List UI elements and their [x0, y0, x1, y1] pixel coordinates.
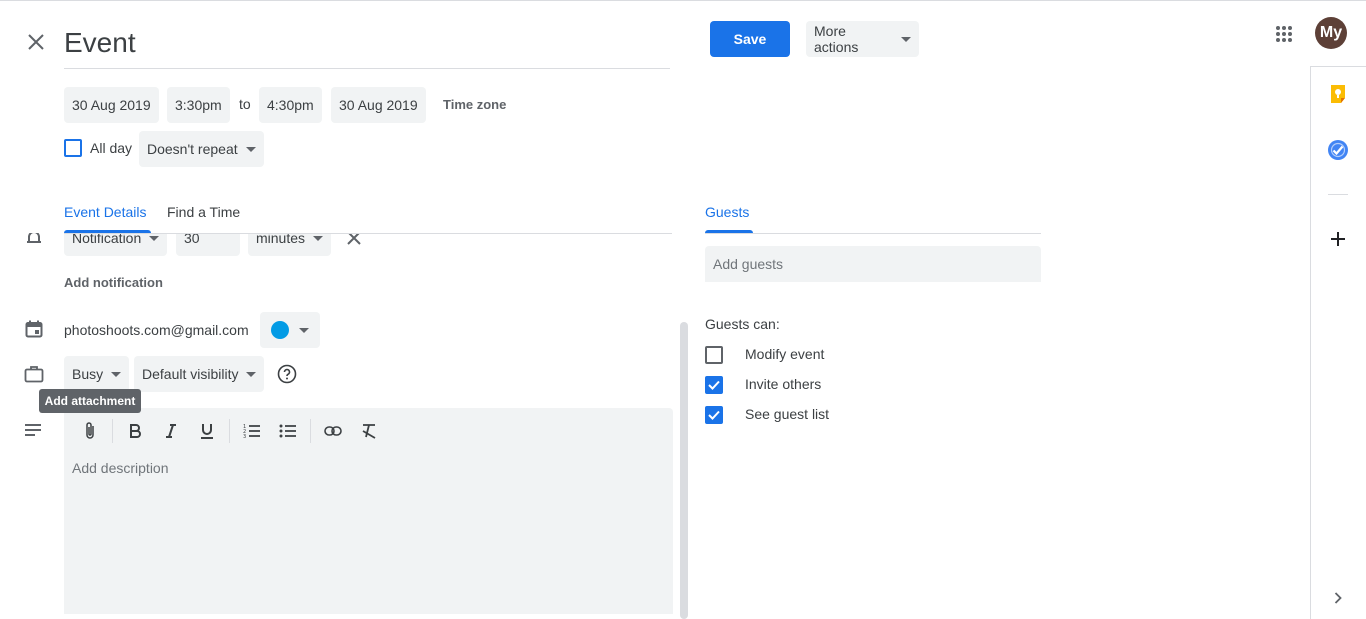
apps-button[interactable]: [1270, 20, 1298, 48]
availability-label: Busy: [72, 366, 104, 382]
time-zone-button[interactable]: Time zone: [443, 97, 506, 112]
side-panel-top-border: [1310, 66, 1366, 67]
bulleted-list-button[interactable]: [274, 417, 302, 445]
plus-icon: [1331, 232, 1345, 246]
see-guest-list-checkbox[interactable]: [705, 406, 723, 424]
add-guests-placeholder: Add guests: [713, 256, 784, 272]
availability-dropdown[interactable]: Busy: [64, 356, 130, 392]
clear-formatting-button[interactable]: [355, 417, 383, 445]
briefcase-icon: [24, 365, 44, 388]
chevron-down-icon: [901, 36, 911, 42]
to-label: to: [239, 96, 251, 112]
toolbar-separator: [229, 419, 230, 443]
chevron-down-icon: [245, 146, 256, 152]
start-date-field[interactable]: 30 Aug 2019: [64, 87, 159, 123]
numbered-list-button[interactable]: 123: [238, 417, 266, 445]
guests-can-label: Guests can:: [705, 316, 780, 332]
toolbar-separator: [310, 419, 311, 443]
see-guest-list-label: See guest list: [745, 406, 830, 422]
end-time-field[interactable]: 4:30pm: [259, 87, 322, 123]
close-icon: [28, 34, 44, 50]
bulleted-list-icon: [279, 424, 296, 438]
underline-button[interactable]: [193, 417, 221, 445]
tooltip: Add attachment: [39, 389, 141, 413]
checkmark-icon: [708, 410, 720, 420]
chevron-right-icon: [1334, 592, 1342, 604]
chevron-down-icon: [111, 371, 122, 377]
visibility-dropdown[interactable]: Default visibility: [134, 356, 265, 392]
tooltip-text: Add attachment: [44, 394, 136, 408]
chevron-down-icon: [313, 235, 324, 241]
paperclip-icon: [86, 422, 94, 439]
start-date: 30 Aug 2019: [72, 97, 151, 113]
description-icon: [24, 423, 42, 442]
link-button[interactable]: [319, 417, 347, 445]
tab-guests[interactable]: Guests: [705, 204, 749, 220]
end-time: 4:30pm: [267, 97, 314, 113]
invite-others-label: Invite others: [745, 376, 822, 392]
underline-icon: [201, 424, 213, 439]
add-addon-button[interactable]: [1326, 227, 1350, 251]
all-day-checkbox[interactable]: [64, 139, 82, 157]
toolbar-separator: [112, 419, 113, 443]
guests-tab-divider: [705, 233, 1041, 234]
color-swatch: [271, 321, 289, 339]
invite-others-checkbox[interactable]: [705, 376, 723, 394]
tasks-button[interactable]: [1326, 138, 1350, 162]
bold-icon: [130, 424, 141, 438]
calendar-owner: photoshoots.com@gmail.com: [64, 322, 249, 338]
attach-button[interactable]: [76, 417, 104, 445]
svg-text:3: 3: [243, 434, 246, 439]
visibility-label: Default visibility: [142, 366, 239, 382]
italic-button[interactable]: [157, 417, 185, 445]
all-day-label: All day: [90, 140, 133, 156]
modify-event-label: Modify event: [745, 346, 825, 362]
bold-button[interactable]: [121, 417, 149, 445]
end-date-field[interactable]: 30 Aug 2019: [331, 87, 426, 123]
avatar[interactable]: My: [1315, 17, 1347, 49]
numbered-list-icon: 123: [243, 424, 260, 439]
italic-icon: [166, 424, 176, 438]
more-actions-button[interactable]: More actions: [806, 21, 919, 57]
checkmark-icon: [708, 380, 720, 390]
side-panel-divider: [1328, 194, 1348, 195]
tab-event-details[interactable]: Event Details: [64, 204, 146, 220]
event-color-dropdown[interactable]: [260, 312, 320, 348]
start-time: 3:30pm: [175, 97, 222, 113]
modify-event-checkbox[interactable]: [705, 346, 723, 364]
side-panel-border: [1310, 66, 1311, 619]
keep-icon: [1331, 85, 1345, 103]
keep-button[interactable]: [1326, 82, 1350, 106]
start-time-field[interactable]: 3:30pm: [167, 87, 230, 123]
more-actions-label: More actions: [814, 23, 859, 55]
close-button[interactable]: [22, 28, 50, 56]
tasks-icon: [1328, 140, 1348, 160]
add-notification-button[interactable]: Add notification: [64, 275, 163, 290]
avatar-initials: My: [1319, 24, 1343, 41]
clear-formatting-icon: [362, 424, 376, 439]
link-icon: [324, 426, 342, 436]
bell-icon: [24, 232, 44, 248]
visibility-help-button[interactable]: [276, 363, 298, 385]
chevron-down-icon: [299, 327, 309, 333]
scrollbar-thumb[interactable]: [680, 322, 688, 619]
chevron-down-icon: [149, 235, 160, 241]
calendar-icon: [25, 320, 43, 343]
tabs-divider: [64, 233, 672, 234]
help-icon: [277, 364, 297, 384]
chevron-down-icon: [246, 371, 257, 377]
top-border: [0, 0, 1366, 1]
tab-find-a-time[interactable]: Find a Time: [167, 204, 240, 220]
description-placeholder: Add description: [72, 460, 169, 476]
event-title-field[interactable]: Event: [64, 24, 670, 69]
repeat-label: Doesn't repeat: [147, 141, 238, 157]
event-title: Event: [64, 27, 136, 58]
apps-grid-icon: [1276, 26, 1292, 42]
add-guests-input[interactable]: Add guests: [705, 246, 1041, 282]
save-button[interactable]: Save: [710, 21, 790, 57]
expand-side-panel-button[interactable]: [1328, 588, 1348, 608]
repeat-dropdown[interactable]: Doesn't repeat: [139, 131, 264, 167]
end-date: 30 Aug 2019: [339, 97, 418, 113]
